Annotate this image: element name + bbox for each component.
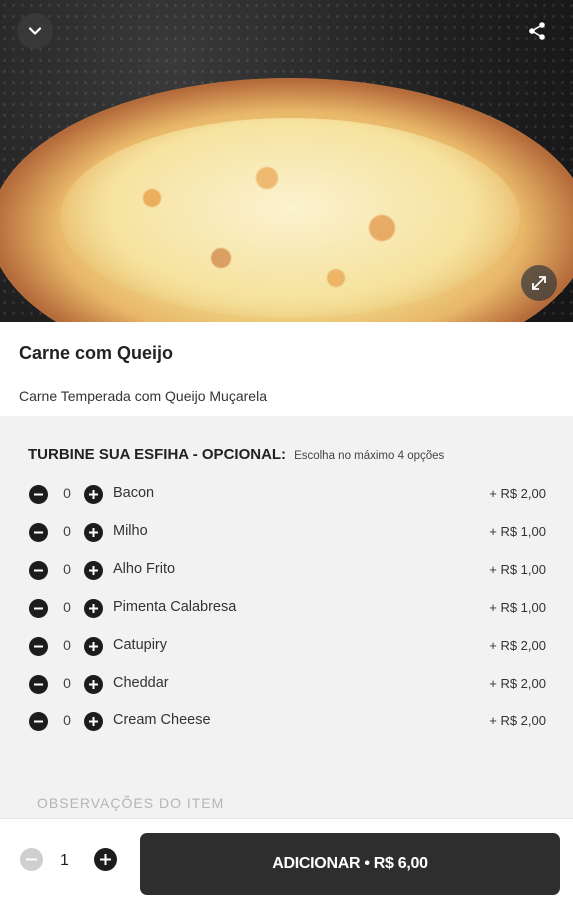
options-title: TURBINE SUA ESFIHA - OPCIONAL: <box>28 446 287 463</box>
plus-circle-icon[interactable] <box>84 523 103 542</box>
plus-circle-icon[interactable] <box>84 675 103 694</box>
plus-circle-icon[interactable] <box>84 712 103 731</box>
option-quantity: 0 <box>63 523 71 539</box>
option-name: Bacon <box>113 485 155 501</box>
plus-circle-icon <box>100 854 111 865</box>
quantity-value: 1 <box>60 852 69 869</box>
plus-circle-icon[interactable] <box>84 561 103 580</box>
option-name: Catupiry <box>113 637 167 653</box>
option-quantity: 0 <box>63 675 71 691</box>
add-to-cart-button[interactable]: ADICIONAR • R$ 6,00 <box>140 833 560 895</box>
option-quantity: 0 <box>63 599 71 615</box>
option-price: + R$ 1,00 <box>489 600 546 615</box>
option-row: 0 Bacon + R$ 2,00 <box>0 479 573 509</box>
option-price: + R$ 2,00 <box>489 486 546 501</box>
options-section: TURBINE SUA ESFIHA - OPCIONAL: Escolha n… <box>0 416 573 818</box>
option-name: Cheddar <box>113 675 169 691</box>
options-header: TURBINE SUA ESFIHA - OPCIONAL: Escolha n… <box>28 446 444 463</box>
minus-circle-icon <box>26 858 37 861</box>
option-price: + R$ 2,00 <box>489 638 546 653</box>
product-title: Carne com Queijo <box>19 343 174 363</box>
notes-label[interactable]: OBSERVAÇÕES DO ITEM <box>37 795 224 811</box>
minus-circle-icon[interactable] <box>29 523 48 542</box>
option-quantity: 0 <box>63 637 71 653</box>
option-row: 0 Cheddar + R$ 2,00 <box>0 669 573 699</box>
option-name: Pimenta Calabresa <box>113 599 237 615</box>
quantity-decrease-button[interactable] <box>20 848 43 871</box>
minus-circle-icon[interactable] <box>29 712 48 731</box>
minus-circle-icon[interactable] <box>29 599 48 618</box>
share-icon <box>529 22 545 40</box>
expand-image-button[interactable] <box>521 265 557 301</box>
option-price: + R$ 1,00 <box>489 562 546 577</box>
options-hint: Escolha no máximo 4 opções <box>294 450 445 462</box>
footer-bar: 1 ADICIONAR • R$ 6,00 <box>0 818 573 900</box>
cheese-topping <box>60 118 520 318</box>
plus-circle-icon[interactable] <box>84 599 103 618</box>
option-row: 0 Catupiry + R$ 2,00 <box>0 631 573 661</box>
minus-circle-icon[interactable] <box>29 485 48 504</box>
product-image <box>0 0 573 322</box>
option-quantity: 0 <box>63 712 71 728</box>
option-row: 0 Pimenta Calabresa + R$ 1,00 <box>0 593 573 623</box>
option-name: Cream Cheese <box>113 712 211 728</box>
minus-circle-icon[interactable] <box>29 637 48 656</box>
expand-icon <box>532 276 546 290</box>
option-name: Alho Frito <box>113 561 176 577</box>
plus-circle-icon[interactable] <box>84 637 103 656</box>
option-price: + R$ 2,00 <box>489 676 546 691</box>
option-row: 0 Cream Cheese + R$ 2,00 <box>0 706 573 736</box>
plus-circle-icon[interactable] <box>84 485 103 504</box>
back-button[interactable] <box>17 13 53 49</box>
chevron-down-icon <box>28 27 42 35</box>
minus-circle-icon[interactable] <box>29 675 48 694</box>
product-description: Carne Temperada com Queijo Muçarela <box>19 388 267 404</box>
option-quantity: 0 <box>63 485 71 501</box>
option-price: + R$ 2,00 <box>489 713 546 728</box>
share-button[interactable] <box>519 13 555 49</box>
option-price: + R$ 1,00 <box>489 524 546 539</box>
quantity-increase-button[interactable] <box>94 848 117 871</box>
option-quantity: 0 <box>63 561 71 577</box>
minus-circle-icon[interactable] <box>29 561 48 580</box>
option-name: Milho <box>113 523 148 539</box>
option-row: 0 Milho + R$ 1,00 <box>0 517 573 547</box>
option-row: 0 Alho Frito + R$ 1,00 <box>0 555 573 585</box>
